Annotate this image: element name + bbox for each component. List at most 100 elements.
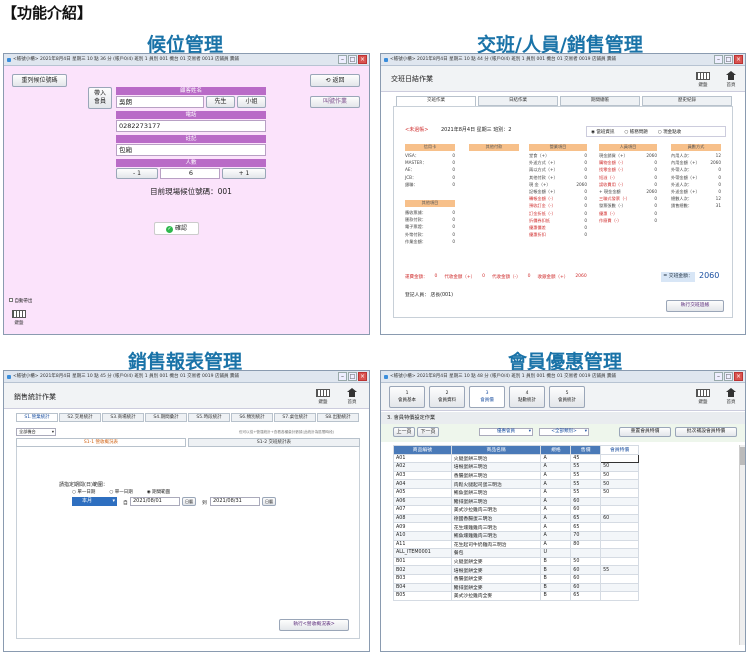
column-header[interactable]: 商品名稱 [450, 445, 542, 455]
tab-report-7[interactable]: S7.桌位統計 [274, 413, 316, 422]
radio-single-date[interactable]: ○ 單一日期 [109, 489, 132, 495]
tool-button-4[interactable]: 4 點數統計 [509, 386, 545, 408]
table-cell[interactable]: 50 [600, 470, 639, 481]
close-button[interactable]: × [358, 372, 367, 381]
mr-button[interactable]: 先生 [206, 96, 235, 108]
keyboard-icon[interactable] [12, 310, 26, 318]
ms-button[interactable]: 小姐 [237, 96, 266, 108]
batch-member-price-button[interactable]: 批次補設會員特價 [675, 427, 737, 437]
subtab-shift-stats[interactable]: S1-2 交班統計表 [188, 438, 360, 447]
tool-button-2[interactable]: 2 會員資料 [429, 386, 465, 408]
type-select[interactable]: <全部類別> ▾ [539, 428, 589, 436]
table-row[interactable]: ALL_ITEM0001 餐包 U [393, 548, 639, 558]
import-member-button[interactable]: 帶入 會員 [88, 87, 112, 109]
table-cell[interactable] [600, 573, 639, 584]
radio-current[interactable]: ◉ 當班資訊 [591, 129, 614, 135]
tool-button-1[interactable]: 1 會員基本 [389, 386, 425, 408]
table-cell[interactable]: 55 [600, 565, 639, 575]
tab-history[interactable]: 歷史紀錄 [642, 96, 732, 106]
tab-report-1[interactable]: S1.營業統計 [16, 413, 58, 422]
home-icon[interactable] [726, 388, 736, 397]
close-button[interactable]: × [358, 55, 367, 64]
phone-field[interactable]: 0282273177 [116, 120, 266, 132]
column-header[interactable]: 會員特價 [600, 445, 639, 455]
table-cell[interactable]: 50 [600, 462, 639, 472]
table-row[interactable]: B04 豬排蛋餅全麥 B 60 [393, 582, 639, 593]
table-cell[interactable] [600, 453, 639, 464]
tab-period[interactable]: 期間總帳 [560, 96, 640, 106]
home-icon[interactable] [347, 388, 357, 397]
tab-report-5[interactable]: S5.時段統計 [188, 413, 230, 422]
from-date-field[interactable]: 2021/08/01 [130, 497, 180, 506]
table-row[interactable]: B05 美式沙拉雞肉全麥 B 65 [393, 591, 639, 601]
plus-one-button[interactable]: + 1 [222, 168, 266, 179]
minimize-button[interactable]: – [338, 55, 347, 64]
maximize-button[interactable]: □ [724, 55, 733, 64]
radio-single-day[interactable]: ○ 單一日期 [72, 489, 95, 495]
auto-print-checkbox[interactable]: 自動帶出 [9, 298, 32, 304]
tab-report-2[interactable]: S2.交易統計 [59, 413, 101, 422]
tab-report-4[interactable]: S4.期間彙計 [145, 413, 187, 422]
count-field[interactable]: 6 [160, 168, 220, 179]
scrollbar[interactable] [739, 445, 745, 645]
tab-report-6[interactable]: S6.類別統計 [231, 413, 273, 422]
table-row[interactable]: A03 香腸蛋餅三明治 A 55 50 [393, 470, 639, 481]
keyboard-icon[interactable] [696, 389, 710, 397]
table-row[interactable]: A02 培根蛋餅三明治 A 55 50 [393, 462, 639, 472]
table-row[interactable]: A05 鮪魚蛋餅三明治 A 55 50 [393, 487, 639, 498]
maximize-button[interactable]: □ [348, 55, 357, 64]
keyboard-icon[interactable] [316, 389, 330, 397]
to-calendar-button[interactable]: 日曆 [262, 497, 276, 506]
from-calendar-button[interactable]: 日曆 [182, 497, 196, 506]
table-cell[interactable] [600, 505, 639, 515]
execute-report-button[interactable]: 執行<營收概況表> [279, 619, 349, 631]
reprint-queue-button[interactable]: 重列候位號碼 [12, 74, 67, 87]
subtab-revenue[interactable]: S1-1 營收概況表 [16, 438, 186, 447]
tab-daily[interactable]: 日結作業 [478, 96, 558, 106]
table-row[interactable]: A08 德國香腸蛋三明治 A 65 60 [393, 513, 639, 524]
back-button[interactable]: ⟲ 返回 [310, 74, 360, 87]
radio-period[interactable]: ◉ 期間範圍 [147, 489, 170, 495]
maximize-button[interactable]: □ [348, 372, 357, 381]
table-cell[interactable]: 60 [600, 513, 639, 524]
table-cell[interactable] [600, 496, 639, 507]
radio-account[interactable]: ○ 帳務問題 [624, 129, 647, 135]
month-select[interactable]: 本月 ▾ [72, 497, 117, 506]
tool-button-5[interactable]: 5 會員統計 [549, 386, 585, 408]
table-cell[interactable] [600, 591, 639, 601]
tool-button-3[interactable]: 3 會員價 [469, 386, 505, 408]
table-cell[interactable] [600, 530, 639, 541]
minus-one-button[interactable]: - 1 [116, 168, 158, 179]
keyboard-icon[interactable] [696, 72, 710, 80]
table-row[interactable]: A04 肉鬆火腿起司蛋三明治 A 55 50 [393, 479, 639, 489]
minimize-button[interactable]: – [338, 372, 347, 381]
close-button[interactable]: × [734, 372, 743, 381]
table-row[interactable]: B02 培根蛋餅全麥 B 60 55 [393, 565, 639, 575]
execute-shift-button[interactable]: 執行交班過帳 [666, 300, 724, 312]
table-cell[interactable]: 50 [600, 487, 639, 498]
table-cell[interactable]: 50 [600, 479, 639, 489]
column-header[interactable]: 商品編號 [393, 445, 452, 455]
table-row[interactable]: A07 美式沙拉雞肉三明治 A 60 [393, 505, 639, 515]
reset-member-price-button[interactable]: 重置會員特價 [619, 427, 671, 437]
table-row[interactable]: A10 鮪魚燻雞雞肉三明治 A 70 [393, 530, 639, 541]
table-row[interactable]: B03 香腸蛋餅全麥 B 60 [393, 573, 639, 584]
minimize-button[interactable]: – [714, 372, 723, 381]
table-row[interactable]: B01 火腿蛋餅全麥 B 50 [393, 556, 639, 567]
tab-report-3[interactable]: S3.商場統計 [102, 413, 144, 422]
prev-page-button[interactable]: 上一頁 [393, 427, 415, 437]
next-page-button[interactable]: 下一頁 [417, 427, 439, 437]
call-number-button[interactable]: 叫號作業 [310, 96, 360, 108]
maximize-button[interactable]: □ [724, 372, 733, 381]
table-cell[interactable] [600, 582, 639, 593]
customer-name-field[interactable]: 吳朗 [116, 96, 204, 108]
table-row[interactable]: A11 花生起司牛奶雞肉三明治 A 80 [393, 539, 639, 550]
table-cell[interactable] [600, 548, 639, 558]
table-cell[interactable] [600, 522, 639, 532]
table-row[interactable]: A01 火腿蛋餅三明治 A 45 [393, 453, 639, 464]
tab-shift[interactable]: 交班作業 [396, 96, 476, 106]
close-button[interactable]: × [734, 55, 743, 64]
minimize-button[interactable]: – [714, 55, 723, 64]
column-header[interactable]: 售價 [570, 445, 602, 455]
machine-select[interactable]: 全部機台 ▾ [16, 428, 56, 436]
